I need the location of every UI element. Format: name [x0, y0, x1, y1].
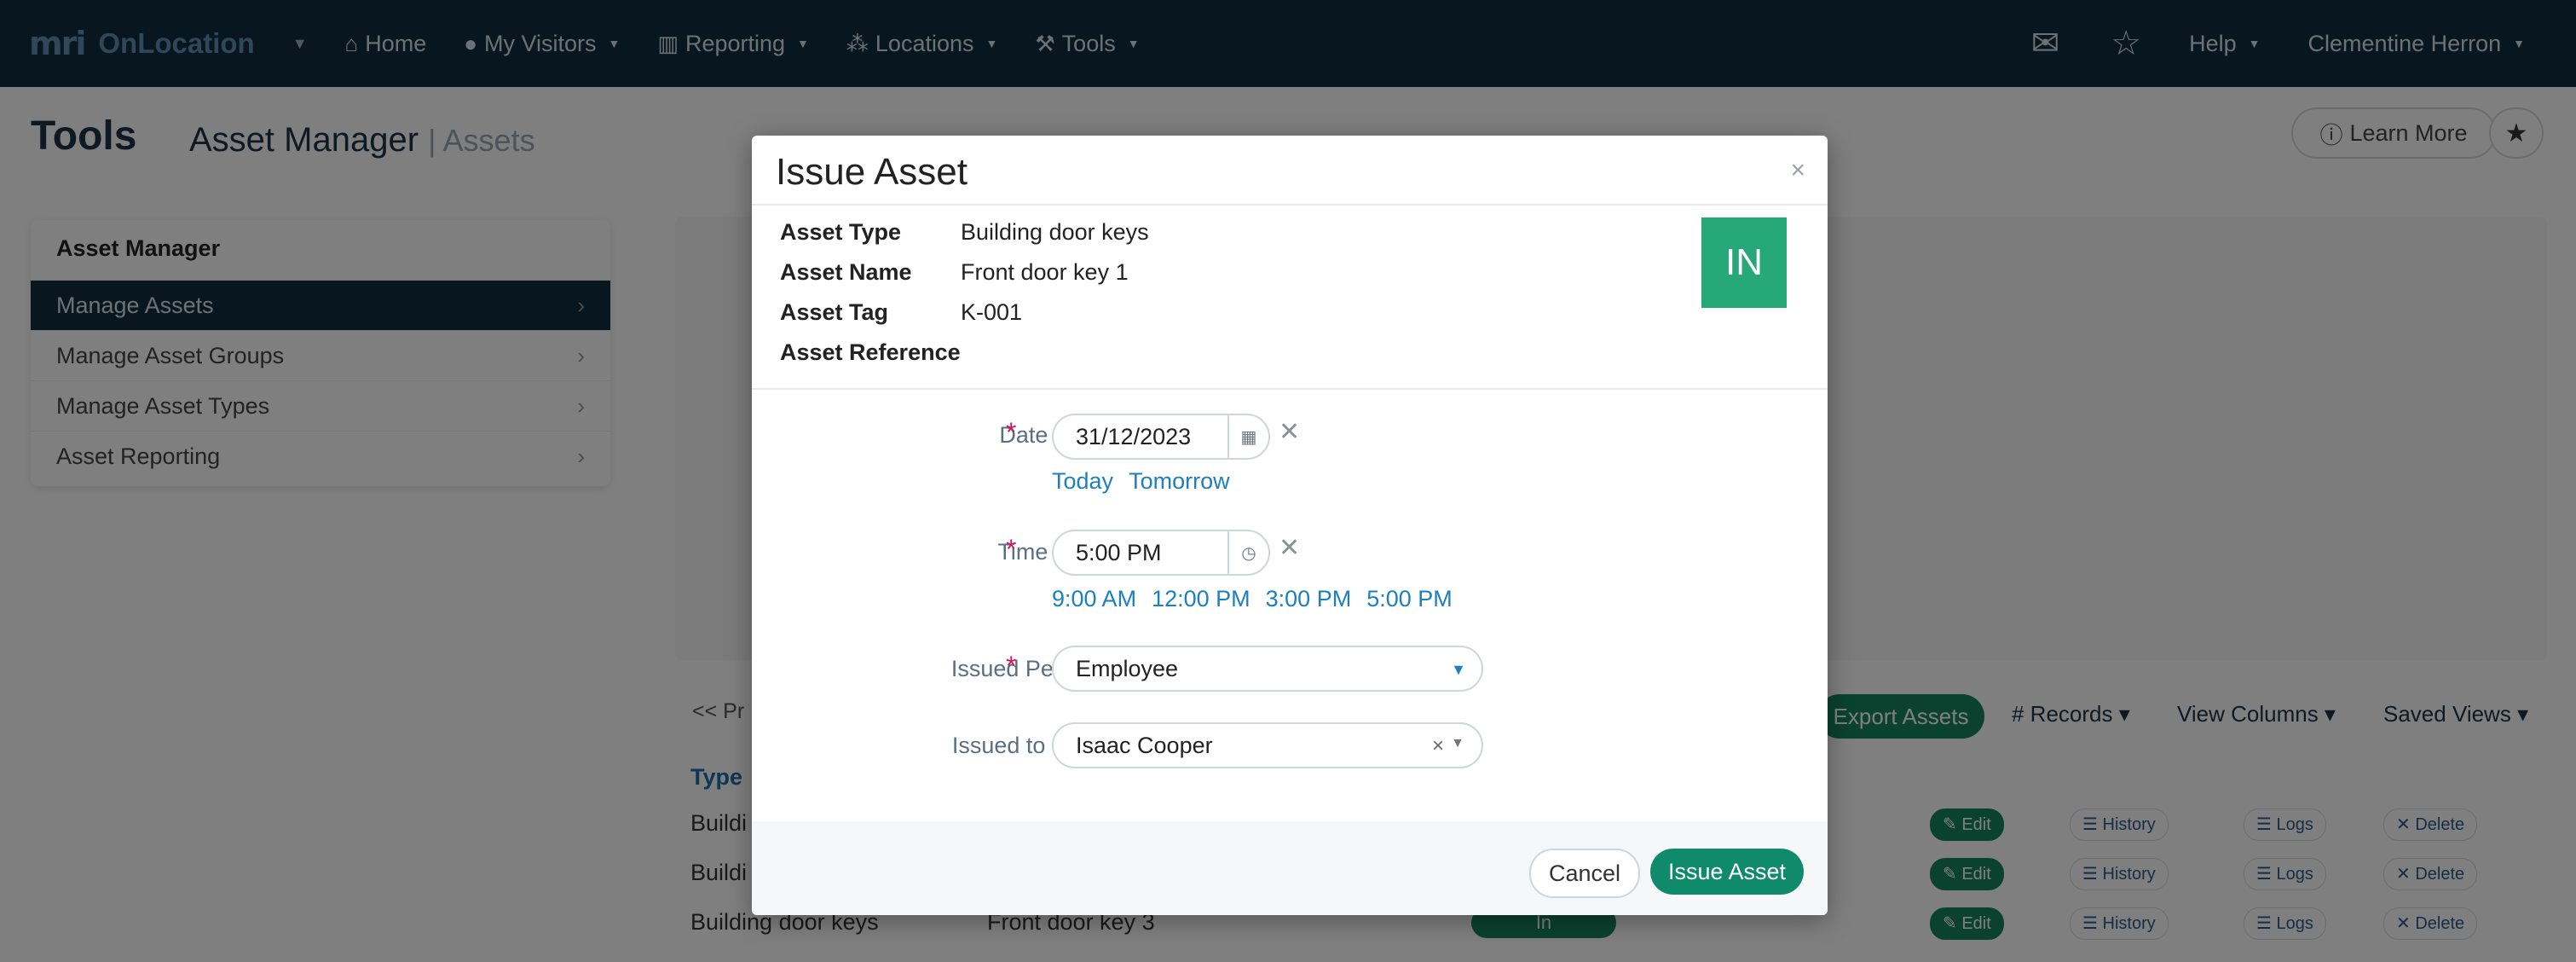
required-icon: * [1006, 651, 1017, 681]
clear-time-icon[interactable]: ✕ [1279, 533, 1300, 563]
cancel-button[interactable]: Cancel [1529, 849, 1640, 898]
modal-header: Issue Asset × [752, 136, 1828, 206]
time-due-back-input[interactable]: 5:00 PM ◷ [1052, 530, 1270, 576]
clear-selection-icon[interactable]: × [1432, 734, 1444, 758]
date-due-back-value: 31/12/2023 [1076, 423, 1192, 449]
modal-title: Issue Asset [776, 151, 968, 193]
asset-type-row: Asset Type Building door keys [780, 219, 1149, 246]
issued-to-employee-value: Isaac Cooper [1076, 732, 1213, 758]
time-quick-picks: 9:00 AM 12:00 PM 3:00 PM 5:00 PM [1052, 586, 1468, 612]
quick-time-link[interactable]: 5:00 PM [1366, 586, 1453, 611]
quick-time-link[interactable]: 3:00 PM [1266, 586, 1352, 611]
quick-time-link[interactable]: 12:00 PM [1152, 586, 1250, 611]
quick-tomorrow-link[interactable]: Tomorrow [1129, 468, 1230, 494]
asset-name-value: Front door key 1 [961, 259, 1129, 285]
quick-today-link[interactable]: Today [1052, 468, 1113, 494]
issued-person-type-value: Employee [1076, 655, 1179, 681]
date-quick-picks: Today Tomorrow [1052, 468, 1245, 495]
asset-reference-label: Asset Reference [780, 339, 961, 365]
asset-tag-label: Asset Tag [780, 299, 889, 325]
asset-type-label: Asset Type [780, 219, 902, 245]
asset-type-value: Building door keys [961, 219, 1149, 245]
asset-info: Asset Type Building door keys Asset Name F… [752, 206, 1828, 390]
issue-asset-modal: Issue Asset × Asset Type Building door ke… [752, 136, 1828, 915]
clear-date-icon[interactable]: ✕ [1279, 417, 1300, 447]
required-icon: * [1006, 534, 1017, 565]
modal-footer: Cancel Issue Asset [752, 821, 1828, 915]
close-icon[interactable]: × [1790, 156, 1805, 185]
issue-asset-button[interactable]: Issue Asset [1650, 849, 1804, 895]
chevron-down-icon: ▼ [1451, 661, 1466, 678]
issued-to-employee-select[interactable]: Isaac Cooper × ▼ [1052, 722, 1483, 768]
asset-name-label: Asset Name [780, 259, 912, 285]
date-due-back-input[interactable]: 31/12/2023 ▦ [1052, 414, 1270, 460]
issued-person-type-select[interactable]: Employee ▼ [1052, 646, 1483, 692]
quick-time-link[interactable]: 9:00 AM [1052, 586, 1136, 611]
asset-name-row: Asset Name Front door key 1 [780, 259, 1129, 286]
asset-tag-row: Asset Tag K-001 [780, 299, 1022, 326]
status-badge: IN [1701, 217, 1787, 308]
asset-reference-row: Asset Reference [780, 339, 961, 366]
clock-icon[interactable]: ◷ [1227, 531, 1268, 574]
chevron-down-icon: ▼ [1451, 736, 1464, 750]
calendar-icon[interactable]: ▦ [1227, 415, 1268, 458]
required-icon: * [1006, 417, 1017, 448]
asset-tag-value: K-001 [961, 299, 1023, 325]
time-due-back-value: 5:00 PM [1076, 539, 1162, 565]
